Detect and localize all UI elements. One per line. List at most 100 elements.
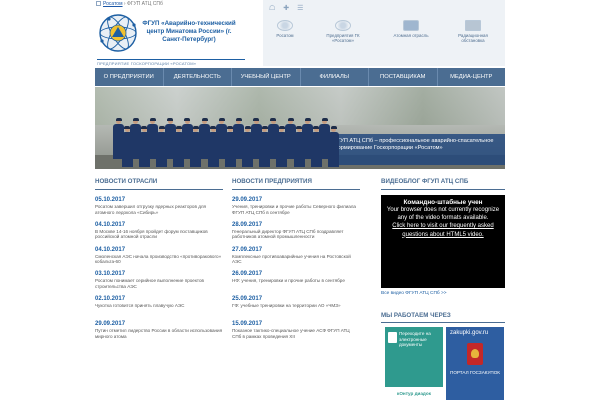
news-text[interactable]: Росатом понимает серийное выполнение про… <box>95 278 223 289</box>
hero-caption: ФГУП АТЦ СПб – профессиональное аварийно… <box>328 134 505 165</box>
list-item[interactable]: 29.09.2017 Путин отметил лидерство России… <box>95 320 223 345</box>
news-date: 25.09.2017 <box>232 296 263 303</box>
divider <box>95 189 223 190</box>
news-text[interactable]: Смоленская АЭС начала производство «прот… <box>95 254 223 265</box>
news-text[interactable]: Учения, тренировки и прочие работы Север… <box>232 204 360 215</box>
video-player[interactable]: Командно-штабные учен Your browser does … <box>381 195 505 288</box>
partner-bar: ☖ ✚ ☰ Росатом Предприятия ГК «Росатом» А… <box>263 0 505 66</box>
divider <box>381 189 505 190</box>
news-date: 29.09.2017 <box>95 320 126 327</box>
breadcrumb-home-link[interactable]: Росатом <box>103 1 123 7</box>
company-news-heading[interactable]: НОВОСТИ ПРЕДПРИЯТИЯ <box>232 178 312 185</box>
hero-figure <box>138 126 150 167</box>
zakupki-site: zakupki.gov.ru <box>450 330 489 336</box>
industry-news-list: 05.10.2017 Росатом завершил отгрузку ядер… <box>95 196 223 345</box>
hero-figure <box>156 126 167 167</box>
partner-radiation[interactable]: Радиационная обстановка <box>451 20 495 44</box>
coat-of-arms-icon <box>467 343 483 365</box>
list-item[interactable]: 15.09.2017 Показное тактико-специальное у… <box>232 320 360 345</box>
video-blog-heading[interactable]: ВИДЕОБЛОГ ФГУП АТЦ СПБ <box>381 178 468 185</box>
hero-figure <box>310 126 322 167</box>
nav-activity[interactable]: ДЕЯТЕЛЬНОСТЬ <box>164 68 232 86</box>
map-icon <box>465 20 481 31</box>
partner-label: Атомная отрасль <box>393 33 429 38</box>
hero-banner[interactable]: ФГУП АТЦ СПб – профессиональное аварийно… <box>95 87 505 169</box>
list-item[interactable]: 27.09.2017 Комплексные противоаварийные у… <box>232 246 360 271</box>
hero-figure <box>224 126 236 167</box>
news-text[interactable]: Росатом завершил отгрузку ядерных реакто… <box>95 204 223 215</box>
list-item[interactable]: 29.09.2017 Учения, тренировки и прочие ра… <box>232 196 360 221</box>
menu-icon[interactable]: ☰ <box>297 5 303 12</box>
org-subtitle: ПРЕДПРИЯТИЕ ГОСКОРПОРАЦИИ «РОСАТОМ» <box>97 59 245 66</box>
list-item[interactable]: 04.10.2017 В Москве 14-16 ноября пройдет … <box>95 221 223 246</box>
news-text[interactable]: ГФ: учебные тренировки на территории АО … <box>232 303 360 309</box>
news-text[interactable]: Чукотка готовится принять плавучую АЭС <box>95 303 223 309</box>
news-text[interactable]: Показное тактико-специальное учение АСФ … <box>232 328 360 339</box>
partner-rosatom[interactable]: Росатом <box>263 20 307 38</box>
hero-figure <box>121 126 133 167</box>
breadcrumb-current: ФГУП АТЦ СПб <box>126 1 163 7</box>
partner-label: Предприятия ГК «Росатом» <box>326 33 360 44</box>
hero-figure <box>190 126 202 167</box>
list-item[interactable]: 05.10.2017 Росатом завершил отгрузку ядер… <box>95 196 223 221</box>
company-news-list: 29.09.2017 Учения, тренировки и прочие ра… <box>232 196 360 345</box>
news-date: 02.10.2017 <box>95 296 126 303</box>
hero-figure <box>293 126 305 167</box>
nav-suppliers[interactable]: ПОСТАВЩИКАМ <box>369 68 438 86</box>
list-item[interactable]: 26.09.2017 НФ: учения, тренировки и прочи… <box>232 270 360 295</box>
all-videos-link[interactable]: Все видео ФГУП АТЦ СПб >> <box>381 291 447 296</box>
news-date: 15.09.2017 <box>232 320 263 327</box>
hero-figure <box>173 126 185 167</box>
partner-label: Радиационная обстановка <box>458 33 488 44</box>
divider <box>381 322 505 323</box>
nav-media[interactable]: МЕДИА-ЦЕНТР <box>438 68 506 86</box>
news-date: 05.10.2017 <box>95 197 126 203</box>
news-text[interactable]: Комплексные противоаварийные учения на Р… <box>232 254 360 265</box>
nav-branches[interactable]: ФИЛИАЛЫ <box>301 68 369 86</box>
news-text[interactable]: Путин отметил лидерство России в области… <box>95 328 223 339</box>
hero-figure <box>207 126 219 167</box>
edo-banner[interactable]: Переходите на электронные документы кОнт… <box>385 327 443 400</box>
divider <box>232 189 360 190</box>
video-title: Командно-штабные учен <box>403 199 483 206</box>
document-icon <box>388 332 397 343</box>
org-name: ФГУП «Аварийно-технический центр Минатом… <box>142 20 236 43</box>
partner-industry[interactable]: Атомная отрасль <box>389 20 433 38</box>
nav-training[interactable]: УЧЕБНЫЙ ЦЕНТР <box>232 68 301 86</box>
list-item[interactable]: 04.10.2017 Смоленская АЭС начала производ… <box>95 246 223 271</box>
industry-icon <box>403 20 419 31</box>
list-item[interactable]: 02.10.2017 Чукотка готовится принять плав… <box>95 295 223 320</box>
edo-brand: кОнтур диадок <box>385 387 443 400</box>
news-date: 04.10.2017 <box>95 221 126 228</box>
news-text[interactable]: НФ: учения, тренировки и прочие работы в… <box>232 278 360 284</box>
news-date: 04.10.2017 <box>95 246 126 253</box>
list-item[interactable]: 03.10.2017 Росатом понимает серийное выпо… <box>95 270 223 295</box>
breadcrumb: Росатом › ФГУП АТЦ СПб <box>96 1 163 7</box>
list-item[interactable]: 25.09.2017 ГФ: учебные тренировки на терр… <box>232 295 360 320</box>
video-error-message: Your browser does not currently recogniz… <box>386 207 500 222</box>
rosatom-logo-icon <box>277 20 293 31</box>
zakupki-label: ПОРТАЛ ГОСЗАКУПОК <box>450 370 500 375</box>
list-item[interactable]: 28.09.2017 Генеральный директор ФГУП АТЦ … <box>232 221 360 246</box>
page: Росатом › ФГУП АТЦ СПб ФГУП «Аварийно-те… <box>95 0 505 400</box>
news-date: 28.09.2017 <box>232 221 263 228</box>
news-text[interactable]: В Москве 14-16 ноября пройдет форум пост… <box>95 229 223 240</box>
tool-icons: ☖ ✚ ☰ <box>269 4 309 12</box>
home-tool-icon[interactable]: ☖ <box>269 5 275 12</box>
home-icon[interactable] <box>96 1 101 7</box>
news-date: 26.09.2017 <box>232 271 263 278</box>
main-nav: О ПРЕДПРИЯТИИ ДЕЯТЕЛЬНОСТЬ УЧЕБНЫЙ ЦЕНТР… <box>95 68 505 86</box>
atc-logo[interactable] <box>97 11 139 58</box>
we-work-through-heading: МЫ РАБОТАЕМ ЧЕРЕЗ <box>381 312 451 319</box>
partner-enterprises[interactable]: Предприятия ГК «Росатом» <box>321 20 365 44</box>
zakupki-banner[interactable]: zakupki.gov.ru ПОРТАЛ ГОСЗАКУПОК <box>446 327 504 400</box>
news-text[interactable]: Генеральный директор ФГУП АТЦ СПб поздра… <box>232 229 360 240</box>
breadcrumb-separator: › <box>123 1 126 7</box>
industry-news-heading[interactable]: НОВОСТИ ОТРАСЛИ <box>95 178 157 185</box>
enterprises-icon <box>335 20 351 31</box>
hero-figure <box>276 126 288 167</box>
video-faq-link[interactable]: Click here to visit our frequently asked… <box>392 223 493 237</box>
nav-about[interactable]: О ПРЕДПРИЯТИИ <box>95 68 164 86</box>
plus-icon[interactable]: ✚ <box>283 5 289 12</box>
hero-figure <box>242 126 253 167</box>
